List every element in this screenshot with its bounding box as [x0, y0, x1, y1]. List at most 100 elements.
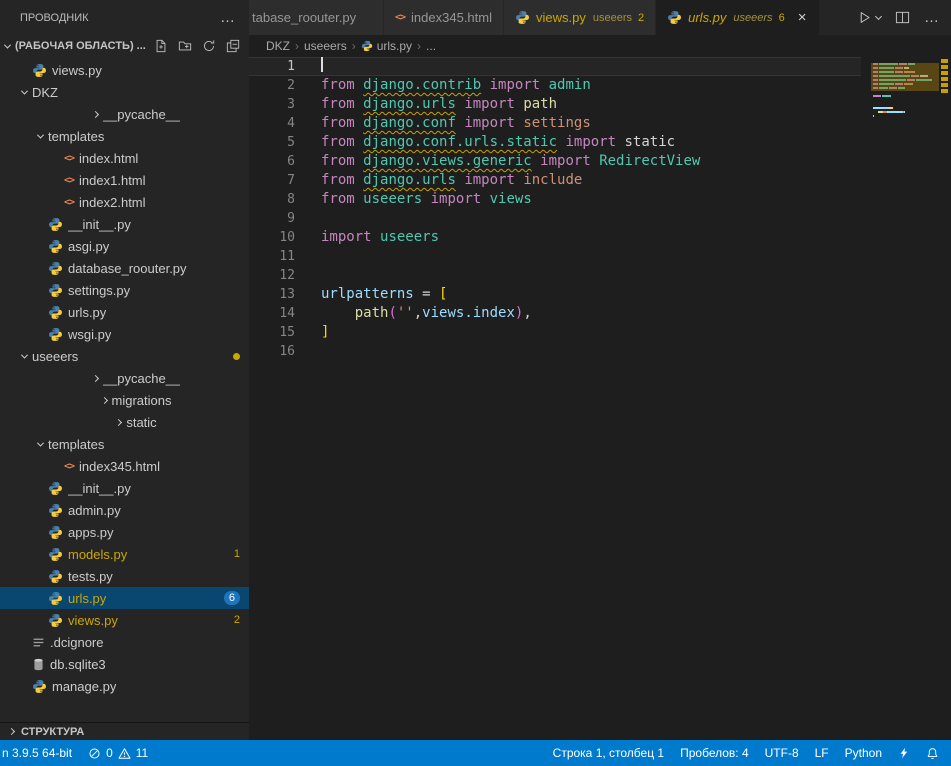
tree-folder-useeers[interactable]: useeers	[0, 345, 249, 367]
cursor-position-status[interactable]: Строка 1, столбец 1	[551, 740, 672, 766]
indentation-status[interactable]: Пробелов: 4	[672, 740, 757, 766]
breadcrumb-item-urls.py[interactable]: urls.py	[361, 39, 412, 53]
encoding-status[interactable]: UTF-8	[757, 740, 807, 766]
tab-tabase_roouter.py[interactable]: tabase_roouter.py	[249, 0, 384, 35]
code-token: =	[414, 286, 439, 302]
code-line-7[interactable]: 7from django.urls import include	[249, 171, 861, 190]
code-token: path	[523, 96, 557, 112]
tab-index345.html[interactable]: <>index345.html	[384, 0, 504, 35]
tree-item-label: models.py	[68, 547, 127, 562]
tree-item-label: urls.py	[68, 305, 106, 320]
line-number: 2	[249, 76, 295, 95]
tree-file-db.sqlite3[interactable]: db.sqlite3	[0, 653, 249, 675]
tree-file-settings.py[interactable]: settings.py	[0, 279, 249, 301]
python-file-icon	[667, 10, 682, 25]
tree-file-index1.html[interactable]: <>index1.html	[0, 169, 249, 191]
new-file-button[interactable]	[152, 38, 169, 55]
tree-item-label: settings.py	[68, 283, 130, 298]
eol-status[interactable]: LF	[807, 740, 837, 766]
problems-indicator[interactable]: 0 11	[80, 740, 156, 766]
close-icon[interactable]: ×	[796, 9, 809, 26]
code-line-9[interactable]: 9	[249, 209, 861, 228]
tree-file-urls.py[interactable]: urls.py6	[0, 587, 249, 609]
status-bar: n 3.9.5 64-bit 0 11 Строка 1, столбец 1 …	[0, 740, 951, 766]
tree-file-admin.py[interactable]: admin.py	[0, 499, 249, 521]
tree-folder-templates[interactable]: templates	[0, 125, 249, 147]
code-line-1[interactable]: 1	[249, 57, 861, 76]
code-token: include	[523, 172, 582, 188]
breadcrumb-item-useeers[interactable]: useeers	[304, 39, 347, 53]
tree-folder-DKZ[interactable]: DKZ	[0, 81, 249, 103]
tree-item-label: admin.py	[68, 503, 121, 518]
tree-item-label: views.py	[52, 63, 102, 78]
tree-file-views.py[interactable]: views.py	[0, 59, 249, 81]
new-folder-button[interactable]	[176, 38, 193, 55]
breadcrumb-item-...[interactable]: ...	[426, 39, 436, 53]
tree-file-database_roouter.py[interactable]: database_roouter.py	[0, 257, 249, 279]
tab-views.py[interactable]: views.pyuseeers2	[504, 0, 656, 35]
python-interpreter-status[interactable]: n 3.9.5 64-bit	[0, 740, 80, 766]
minimap[interactable]	[873, 59, 937, 123]
code-line-10[interactable]: 10import useeers	[249, 228, 861, 247]
tree-file-urls.py[interactable]: urls.py	[0, 301, 249, 323]
code-line-11[interactable]: 11	[249, 247, 861, 266]
run-button[interactable]	[857, 10, 881, 25]
code-token: from	[321, 96, 355, 112]
code-line-13[interactable]: 13urlpatterns = [	[249, 285, 861, 304]
tree-file-__init__.py[interactable]: __init__.py	[0, 477, 249, 499]
tree-item-label: asgi.py	[68, 239, 109, 254]
code-line-15[interactable]: 15]	[249, 323, 861, 342]
html-file-icon: <>	[64, 175, 74, 186]
code-line-6[interactable]: 6from django.views.generic import Redire…	[249, 152, 861, 171]
tree-file-manage.py[interactable]: manage.py	[0, 675, 249, 697]
workspace-section-header[interactable]: (РАБОЧАЯ ОБЛАСТЬ) ...	[0, 35, 249, 57]
feedback-button[interactable]	[890, 740, 918, 766]
code-line-8[interactable]: 8from useeers import views	[249, 190, 861, 209]
code-line-2[interactable]: 2from django.contrib import admin	[249, 76, 861, 95]
code-line-3[interactable]: 3from django.urls import path	[249, 95, 861, 114]
split-editor-button[interactable]	[895, 10, 910, 25]
code-line-14[interactable]: 14 path('',views.index),	[249, 304, 861, 323]
explorer-more-actions-button[interactable]: …	[220, 13, 235, 23]
language-mode-status[interactable]: Python	[837, 740, 890, 766]
code-token: django.urls	[363, 172, 456, 188]
more-actions-button[interactable]: …	[924, 13, 939, 23]
code-line-12[interactable]: 12	[249, 266, 861, 285]
tree-file-views.py[interactable]: views.py2	[0, 609, 249, 631]
tree-file-tests.py[interactable]: tests.py	[0, 565, 249, 587]
outline-section-header[interactable]: СТРУКТУРА	[0, 722, 249, 740]
html-file-icon: <>	[64, 197, 74, 208]
tree-file-models.py[interactable]: models.py1	[0, 543, 249, 565]
tree-file-index.html[interactable]: <>index.html	[0, 147, 249, 169]
tree-item-decorations: 2	[234, 614, 240, 626]
tree-folder-migrations[interactable]: migrations	[0, 389, 249, 411]
tree-file-index345.html[interactable]: <>index345.html	[0, 455, 249, 477]
tree-file-apps.py[interactable]: apps.py	[0, 521, 249, 543]
collapse-all-button[interactable]	[224, 38, 241, 55]
tree-file-wsgi.py[interactable]: wsgi.py	[0, 323, 249, 345]
tree-folder-__pycache__[interactable]: __pycache__	[0, 367, 249, 389]
code-editor[interactable]: 12from django.contrib import admin3from …	[249, 57, 951, 740]
status-bar-left: n 3.9.5 64-bit 0 11	[0, 740, 156, 766]
breadcrumb-item-DKZ[interactable]: DKZ	[266, 39, 290, 53]
breadcrumb: DKZ›useeers›urls.py›...	[249, 35, 951, 57]
tree-file-asgi.py[interactable]: asgi.py	[0, 235, 249, 257]
python-file-icon	[361, 40, 373, 52]
code-token: admin	[549, 77, 591, 93]
notifications-button[interactable]	[918, 740, 947, 766]
code-line-5[interactable]: 5from django.conf.urls.static import sta…	[249, 133, 861, 152]
code-line-4[interactable]: 4from django.conf import settings	[249, 114, 861, 133]
tab-urls.py[interactable]: urls.pyuseeers6×	[656, 0, 820, 35]
code-token: django.contrib	[363, 77, 481, 93]
tree-file-__init__.py[interactable]: __init__.py	[0, 213, 249, 235]
refresh-button[interactable]	[200, 38, 217, 55]
tree-folder-__pycache__[interactable]: __pycache__	[0, 103, 249, 125]
code-line-16[interactable]: 16	[249, 342, 861, 361]
code-token: from	[321, 115, 355, 131]
tree-file-.dcignore[interactable]: .dcignore	[0, 631, 249, 653]
tree-folder-static[interactable]: static	[0, 411, 249, 433]
status-bar-right: Строка 1, столбец 1 Пробелов: 4 UTF-8 LF…	[551, 740, 947, 766]
tree-folder-templates[interactable]: templates	[0, 433, 249, 455]
minimap-line	[873, 119, 937, 121]
tree-file-index2.html[interactable]: <>index2.html	[0, 191, 249, 213]
